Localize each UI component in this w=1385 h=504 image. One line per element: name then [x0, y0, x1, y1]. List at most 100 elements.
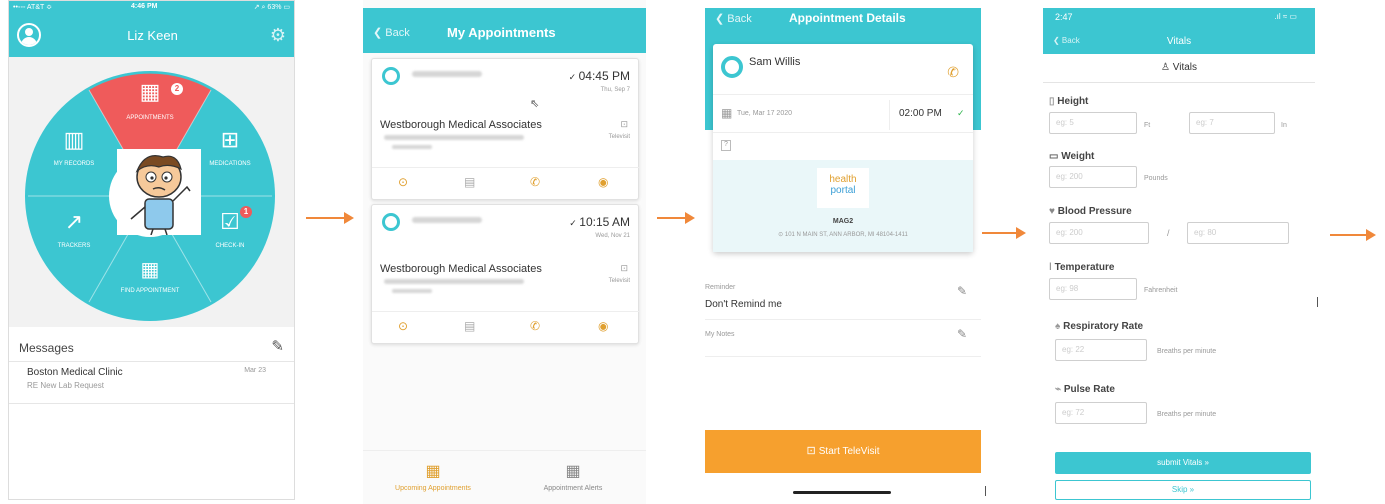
notes-divider — [705, 356, 981, 357]
user-name: Liz Keen — [127, 28, 178, 43]
find-appointment-label: FIND APPOINTMENT — [120, 288, 180, 294]
location-icon[interactable]: ⊙ — [398, 175, 408, 189]
find-appointment-item[interactable]: ▦ FIND APPOINTMENT — [110, 257, 190, 294]
check-in-label: CHECK-IN — [215, 243, 245, 249]
appointments-badge: 2 — [171, 83, 183, 95]
status-carrier: ••◦◦◦ AT&T ≎ — [13, 4, 52, 11]
reminder-value[interactable]: Don't Remind me — [705, 299, 782, 310]
televisit-icon: ⊡ — [620, 263, 628, 273]
visit-type: Televisit — [608, 134, 630, 140]
reminder-label: Reminder — [705, 284, 736, 291]
tab-bar: ▦ Upcoming Appointments ▦ Appointment Al… — [363, 450, 646, 504]
vitals-subtitle: ♙ Vitals — [1043, 62, 1315, 73]
back-button[interactable]: ❮ Back — [373, 26, 410, 39]
doctor-name-blurred — [412, 71, 482, 77]
document-icon[interactable]: ▤ — [464, 319, 475, 333]
building-icon: ▥ — [63, 127, 85, 152]
appointment-time-value: 10:15 AM — [579, 215, 630, 229]
height-in-input[interactable]: eg: 7 — [1189, 112, 1275, 134]
visit-type: Televisit — [608, 278, 630, 284]
location-panel: health portal MAG2 ⊙ 101 N MAIN ST, ANN … — [713, 160, 973, 252]
pin-icon: ⊙ — [778, 232, 785, 238]
eye-icon[interactable]: ◉ — [598, 175, 608, 189]
respiratory-input[interactable]: eg: 22 — [1055, 339, 1147, 361]
cartoon-avatar — [117, 149, 201, 236]
skip-button[interactable]: Skip » — [1055, 480, 1311, 500]
pulse-input[interactable]: eg: 72 — [1055, 402, 1147, 424]
edit-notes-icon[interactable]: ✎ — [957, 327, 967, 341]
height-label: ▯ Height — [1049, 96, 1088, 107]
phone-icon[interactable]: ✆ — [947, 64, 959, 81]
submit-vitals-button[interactable]: submit Vitals » — [1055, 452, 1311, 474]
bp-label: ♥ Blood Pressure — [1049, 206, 1132, 217]
height-ft-input[interactable]: eg: 5 — [1049, 112, 1137, 134]
medications-label: MEDICATIONS — [209, 161, 251, 167]
medications-item[interactable]: ⊞ MEDICATIONS — [195, 127, 265, 167]
appointment-card[interactable]: ✓ 10:15 AM Wed, Nov 21 Westborough Medic… — [371, 204, 640, 344]
back-button[interactable]: ❮ Back — [715, 12, 752, 25]
pill-bottle-icon: ⊞ — [220, 127, 240, 152]
messages-divider-bottom — [9, 403, 294, 404]
screen-home: ••◦◦◦ AT&T ≎ 4:46 PM ↗ ⌕ 63% ▭ Liz Keen … — [8, 0, 295, 500]
time-divider — [889, 100, 890, 130]
bp-diastolic-input[interactable]: eg: 80 — [1187, 222, 1289, 244]
status-battery: ↗ ⌕ 63% ▭ — [253, 4, 290, 11]
respiratory-unit: Breaths per minute — [1157, 348, 1217, 355]
document-icon[interactable]: ▤ — [464, 175, 475, 189]
bp-separator: / — [1167, 228, 1170, 238]
tab-upcoming[interactable]: ▦ Upcoming Appointments — [373, 461, 493, 492]
chart-icon: ↗ — [64, 209, 84, 234]
edit-reminder-icon[interactable]: ✎ — [957, 284, 967, 298]
start-televisit-button[interactable]: ⊡ Start TeleVisit — [705, 430, 981, 473]
appointment-time: 02:00 PM — [899, 108, 942, 119]
location-icon[interactable]: ⊙ — [398, 319, 408, 333]
appointments-header: ❮ Back My Appointments — [363, 8, 646, 53]
appointment-date: Wed, Nov 21 — [595, 233, 630, 239]
gear-icon[interactable]: ⚙ — [270, 25, 286, 46]
my-records-label: MY RECORDS — [53, 161, 95, 167]
location-name: MAG2 — [832, 218, 854, 225]
cartoon-character-image — [130, 155, 191, 236]
vitals-title: Vitals — [1166, 36, 1192, 47]
screen-my-appointments: ❮ Back My Appointments ✓ 04:45 PM Thu, S… — [363, 0, 646, 504]
logo-portal: portal — [830, 185, 856, 196]
appointment-date: Thu, Sep 7 — [600, 87, 630, 93]
card-divider — [372, 167, 640, 168]
messages-title: Messages — [19, 341, 74, 355]
tab-upcoming-label: Upcoming Appointments — [395, 485, 471, 492]
provider-name: Westborough Medical Associates — [380, 119, 542, 131]
pulse-unit: Breaths per minute — [1157, 411, 1217, 418]
screen-vitals: 2:47 .ıl ≈ ▭ ❮ Back Vitals ♙ Vitals ▯ He… — [1043, 8, 1315, 504]
start-televisit-label: Start TeleVisit — [818, 446, 880, 457]
check-in-item[interactable]: ☑ CHECK-IN — [195, 209, 265, 249]
compose-icon[interactable]: ✎ — [271, 337, 284, 355]
details-card: Sam Willis ✆ ▦ Tue, Mar 17 2020 02:00 PM… — [713, 44, 973, 252]
message-preview: RE New Lab Request — [27, 381, 104, 390]
question-icon: ? — [721, 140, 731, 151]
doctor-avatar-icon — [382, 213, 400, 231]
appointment-card[interactable]: ✓ 04:45 PM Thu, Sep 7 ⇖ Westborough Medi… — [371, 58, 640, 200]
edge-mark — [985, 486, 986, 496]
phone-icon[interactable]: ✆ — [530, 319, 540, 333]
calendar-icon: ▦ — [721, 106, 733, 120]
message-item[interactable]: Boston Medical Clinic RE New Lab Request… — [9, 363, 294, 403]
pulse-label-text: Pulse Rate — [1063, 384, 1115, 395]
header-bar: Liz Keen ⚙ — [9, 15, 294, 57]
temperature-input[interactable]: eg: 98 — [1049, 278, 1137, 300]
phone-icon[interactable]: ✆ — [530, 175, 540, 189]
logo-health: health — [829, 174, 857, 185]
status-signal: .ıl ≈ ▭ — [1274, 12, 1297, 21]
check-icon: ✓ — [568, 72, 579, 82]
status-time: 2:47 — [1055, 12, 1073, 22]
weight-input[interactable]: eg: 200 — [1049, 166, 1137, 188]
bp-systolic-input[interactable]: eg: 200 — [1049, 222, 1149, 244]
eye-icon[interactable]: ◉ — [598, 319, 608, 333]
appointments-label: APPOINTMENTS — [126, 115, 174, 121]
trackers-item[interactable]: ↗ TRACKERS — [39, 209, 109, 249]
tab-alerts[interactable]: ▦ Appointment Alerts — [513, 461, 633, 492]
person-icon: ♙ — [1160, 62, 1173, 73]
my-records-item[interactable]: ▥ MY RECORDS — [39, 127, 109, 167]
flow-arrow-4 — [1330, 229, 1376, 241]
appointment-date: Tue, Mar 17 2020 — [737, 110, 792, 117]
video-icon: ⊡ — [806, 445, 819, 457]
